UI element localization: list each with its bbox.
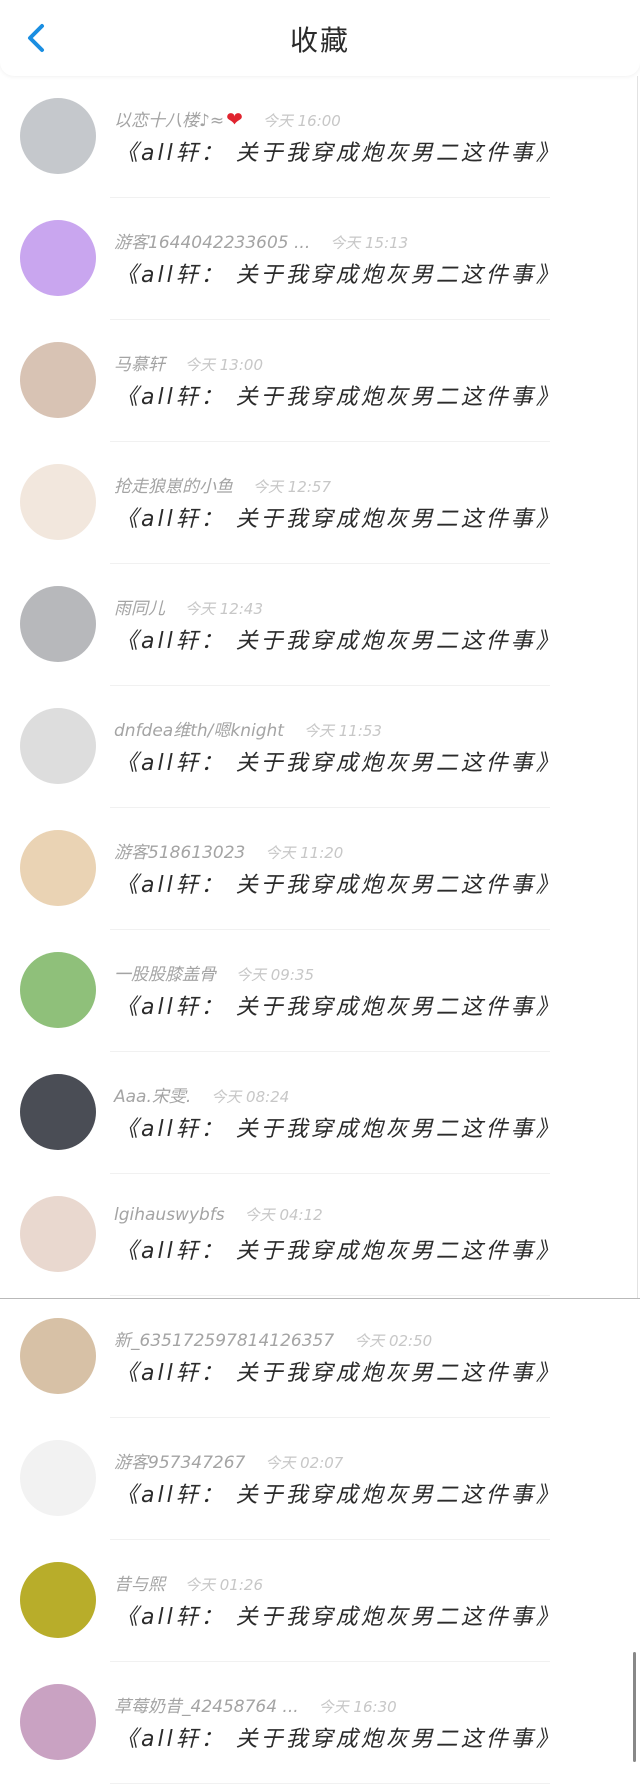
avatar[interactable] — [20, 708, 96, 784]
avatar[interactable] — [20, 220, 96, 296]
username[interactable]: 昔与熙 — [114, 1575, 165, 1595]
list-item[interactable]: dnfdea维th/嗯knight 今天 11:53 《all轩： 关于我穿成炮灰男… — [0, 686, 640, 808]
username[interactable]: 草莓奶昔_42458764 ... — [114, 1697, 299, 1717]
item-meta: 马慕轩 今天 13:00 — [114, 350, 263, 375]
item-meta: Aaa.宋雯. 今天 08:24 — [114, 1082, 289, 1107]
avatar[interactable] — [20, 952, 96, 1028]
timestamp: 今天 15:13 — [330, 234, 409, 252]
list-item[interactable]: 抢走狼崽的小鱼 今天 12:57 《all轩： 关于我穿成炮灰男二这件事》 — [0, 442, 640, 564]
timestamp: 今天 02:07 — [265, 1454, 344, 1472]
item-title[interactable]: 《all轩： 关于我穿成炮灰男二这件事》 — [116, 745, 561, 777]
avatar[interactable] — [20, 1196, 96, 1272]
top-bar: 收藏 — [0, 0, 640, 76]
item-title[interactable]: 《all轩： 关于我穿成炮灰男二这件事》 — [116, 1721, 561, 1753]
list-item[interactable]: 游客1644042233605 ... 今天 15:13 《all轩： 关于我穿成炮… — [0, 198, 640, 320]
section-divider — [0, 1298, 640, 1299]
timestamp: 今天 12:43 — [185, 600, 263, 618]
avatar[interactable] — [20, 586, 96, 662]
item-meta: 游客518613023 今天 11:20 — [114, 838, 343, 863]
item-meta: 昔与熙 今天 01:26 — [114, 1570, 263, 1595]
timestamp: 今天 09:35 — [236, 966, 314, 984]
scrollbar[interactable] — [633, 1652, 636, 1762]
username[interactable]: 游客1644042233605 ... — [114, 233, 310, 253]
item-meta: 游客957347267 今天 02:07 — [114, 1448, 343, 1473]
item-title[interactable]: 《all轩： 关于我穿成炮灰男二这件事》 — [116, 257, 561, 289]
item-title[interactable]: 《all轩： 关于我穿成炮灰男二这件事》 — [116, 989, 561, 1021]
list-item[interactable]: lgihauswybfs 今天 04:12 《all轩： 关于我穿成炮灰男二这件事》 — [0, 1174, 640, 1296]
item-meta: 雨同儿 今天 12:43 — [114, 594, 263, 619]
heart-icon: ❤ — [226, 107, 243, 131]
item-meta: lgihauswybfs 今天 04:12 — [114, 1204, 323, 1225]
item-meta: 草莓奶昔_42458764 ... 今天 16:30 — [114, 1692, 397, 1717]
timestamp: 今天 16:30 — [318, 1698, 397, 1716]
username[interactable]: 游客957347267 — [114, 1453, 245, 1473]
timestamp: 今天 08:24 — [211, 1088, 290, 1106]
list-item[interactable]: 雨同儿 今天 12:43 《all轩： 关于我穿成炮灰男二这件事》 — [0, 564, 640, 686]
item-meta: 以恋十八楼♪≈ ❤ 今天 16:00 — [114, 106, 341, 131]
timestamp: 今天 04:12 — [244, 1206, 323, 1224]
username[interactable]: Aaa.宋雯. — [114, 1087, 191, 1107]
list-item[interactable]: 新_635172597814126357 今天 02:50 《all轩： 关于我穿成… — [0, 1296, 640, 1418]
item-title[interactable]: 《all轩： 关于我穿成炮灰男二这件事》 — [116, 501, 561, 533]
list-item[interactable]: 游客518613023 今天 11:20 《all轩： 关于我穿成炮灰男二这件事》 — [0, 808, 640, 930]
item-title[interactable]: 《all轩： 关于我穿成炮灰男二这件事》 — [116, 1599, 561, 1631]
item-title[interactable]: 《all轩： 关于我穿成炮灰男二这件事》 — [116, 135, 561, 167]
username[interactable]: 游客518613023 — [114, 843, 245, 863]
username[interactable]: lgihauswybfs — [114, 1205, 225, 1225]
item-title[interactable]: 《all轩： 关于我穿成炮灰男二这件事》 — [116, 1477, 561, 1509]
avatar[interactable] — [20, 1074, 96, 1150]
avatar[interactable] — [20, 1318, 96, 1394]
username[interactable]: 新_635172597814126357 — [114, 1331, 334, 1351]
avatar[interactable] — [20, 830, 96, 906]
username[interactable]: 雨同儿 — [114, 599, 165, 619]
list-item[interactable]: 昔与熙 今天 01:26 《all轩： 关于我穿成炮灰男二这件事》 — [0, 1540, 640, 1662]
username[interactable]: 以恋十八楼♪≈ — [114, 111, 224, 131]
item-title[interactable]: 《all轩： 关于我穿成炮灰男二这件事》 — [116, 1111, 561, 1143]
item-meta: 新_635172597814126357 今天 02:50 — [114, 1326, 432, 1351]
item-meta: 抢走狼崽的小鱼 今天 12:57 — [114, 472, 331, 497]
timestamp: 今天 02:50 — [354, 1332, 433, 1350]
timestamp: 今天 16:00 — [262, 112, 341, 130]
list-item[interactable]: 以恋十八楼♪≈ ❤ 今天 16:00 《all轩： 关于我穿成炮灰男二这件事》 — [0, 76, 640, 198]
list-item[interactable]: 草莓奶昔_42458764 ... 今天 16:30 《all轩： 关于我穿成炮灰男… — [0, 1662, 640, 1784]
username[interactable]: 一股股膝盖骨 — [114, 965, 216, 985]
timestamp: 今天 01:26 — [185, 1576, 263, 1594]
item-title[interactable]: 《all轩： 关于我穿成炮灰男二这件事》 — [116, 867, 561, 899]
avatar[interactable] — [20, 98, 96, 174]
username[interactable]: dnfdea维th/嗯knight — [114, 721, 284, 741]
page-title: 收藏 — [289, 24, 350, 57]
item-meta: 一股股膝盖骨 今天 09:35 — [114, 960, 314, 985]
avatar[interactable] — [20, 342, 96, 418]
timestamp: 今天 11:53 — [303, 722, 382, 740]
favorites-list: 以恋十八楼♪≈ ❤ 今天 16:00 《all轩： 关于我穿成炮灰男二这件事》 游客16… — [0, 76, 640, 1784]
timestamp: 今天 12:57 — [253, 478, 331, 496]
list-item[interactable]: 游客957347267 今天 02:07 《all轩： 关于我穿成炮灰男二这件事》 — [0, 1418, 640, 1540]
avatar[interactable] — [20, 464, 96, 540]
item-title[interactable]: 《all轩： 关于我穿成炮灰男二这件事》 — [116, 379, 561, 411]
item-title[interactable]: 《all轩： 关于我穿成炮灰男二这件事》 — [116, 1355, 561, 1387]
timestamp: 今天 11:20 — [265, 844, 344, 862]
item-meta: dnfdea维th/嗯knight 今天 11:53 — [114, 716, 382, 741]
list-item[interactable]: Aaa.宋雯. 今天 08:24 《all轩： 关于我穿成炮灰男二这件事》 — [0, 1052, 640, 1174]
item-title[interactable]: 《all轩： 关于我穿成炮灰男二这件事》 — [116, 1233, 561, 1265]
timestamp: 今天 13:00 — [185, 356, 263, 374]
avatar[interactable] — [20, 1562, 96, 1638]
content-edge — [637, 76, 638, 1298]
avatar[interactable] — [20, 1440, 96, 1516]
username[interactable]: 马慕轩 — [114, 355, 165, 375]
item-meta: 游客1644042233605 ... 今天 15:13 — [114, 228, 408, 253]
list-item[interactable]: 一股股膝盖骨 今天 09:35 《all轩： 关于我穿成炮灰男二这件事》 — [0, 930, 640, 1052]
list-item[interactable]: 马慕轩 今天 13:00 《all轩： 关于我穿成炮灰男二这件事》 — [0, 320, 640, 442]
avatar[interactable] — [20, 1684, 96, 1760]
item-title[interactable]: 《all轩： 关于我穿成炮灰男二这件事》 — [116, 623, 561, 655]
username[interactable]: 抢走狼崽的小鱼 — [114, 477, 233, 497]
